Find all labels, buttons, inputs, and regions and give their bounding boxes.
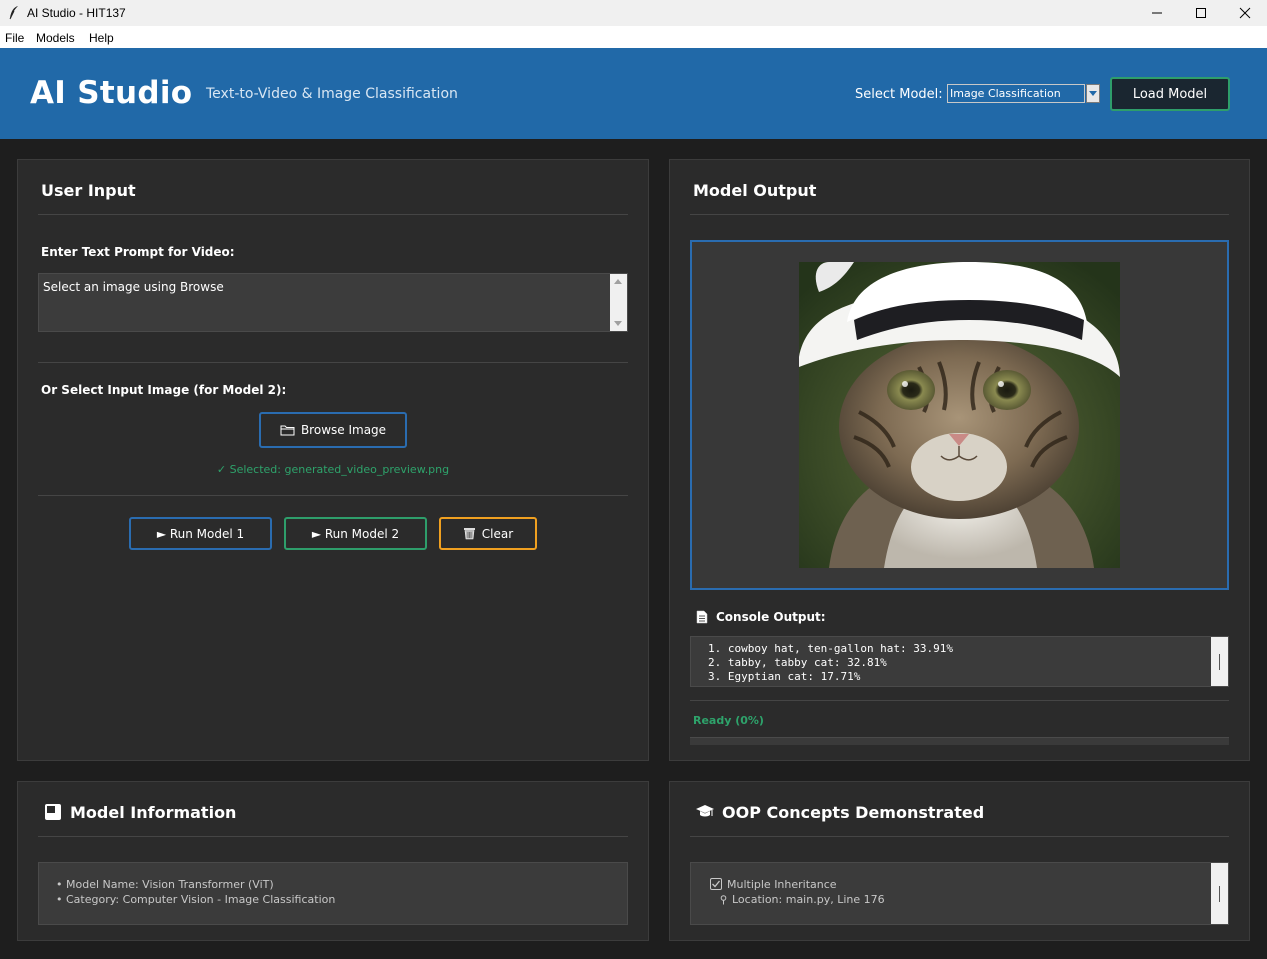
clear-label: Clear	[481, 526, 514, 541]
menubar: File Models Help	[0, 26, 1267, 48]
card-index-icon	[45, 804, 61, 820]
app-header: AI Studio Text-to-Video & Image Classifi…	[0, 48, 1267, 139]
maximize-icon	[1196, 8, 1206, 18]
scroll-up-arrow-icon[interactable]	[614, 279, 622, 284]
divider	[690, 700, 1229, 701]
divider	[38, 836, 628, 837]
model-output-title: Model Output	[693, 181, 817, 200]
prompt-scrollbar[interactable]	[610, 274, 627, 331]
menu-help[interactable]: Help	[89, 31, 114, 45]
cat-in-hat-image	[799, 262, 1120, 568]
divider	[38, 495, 628, 496]
prompt-textarea[interactable]: Select an image using Browse	[38, 273, 628, 332]
location-pin-icon	[720, 895, 727, 905]
divider	[690, 836, 1229, 837]
run-model-2-label: ► Run Model 2	[311, 526, 400, 541]
close-icon	[1239, 7, 1251, 19]
oop-scrollbar[interactable]	[1211, 863, 1228, 924]
model-select[interactable]: Image Classification	[947, 84, 1085, 103]
run-model-2-button[interactable]: ► Run Model 2	[284, 517, 427, 550]
oop-item-title: Multiple Inheritance	[727, 878, 837, 891]
divider	[38, 362, 628, 363]
divider	[690, 214, 1229, 215]
folder-icon	[280, 425, 295, 436]
console-line: 3. Egyptian cat: 17.71%	[708, 670, 861, 683]
run-model-1-button[interactable]: ► Run Model 1	[129, 517, 272, 550]
console-output-box[interactable]: 1. cowboy hat, ten-gallon hat: 33.91% 2.…	[690, 636, 1229, 687]
progress-bar	[690, 737, 1229, 745]
minimize-icon	[1152, 12, 1162, 14]
app-feather-icon	[9, 6, 18, 20]
run-model-1-label: ► Run Model 1	[156, 526, 245, 541]
model-select-dropdown-button[interactable]	[1086, 84, 1100, 103]
maximize-button[interactable]	[1178, 0, 1224, 26]
oop-item-location: Location: main.py, Line 176	[732, 893, 885, 906]
close-button[interactable]	[1222, 0, 1267, 26]
model-info-line: • Category: Computer Vision - Image Clas…	[56, 893, 336, 906]
prompt-value: Select an image using Browse	[43, 280, 224, 294]
checkbox-icon	[710, 878, 722, 890]
minimize-button[interactable]	[1134, 0, 1180, 26]
app-title: AI Studio	[30, 75, 193, 111]
model-info-title: Model Information	[70, 803, 237, 822]
window-title: AI Studio - HIT137	[27, 6, 126, 20]
document-icon	[696, 610, 708, 624]
selected-file-text: ✓ Selected: generated_video_preview.png	[216, 463, 450, 476]
wastebasket-icon	[463, 528, 475, 540]
console-output-label: Console Output:	[716, 610, 826, 624]
model-info-box: • Model Name: Vision Transformer (ViT) •…	[38, 862, 628, 925]
prompt-label: Enter Text Prompt for Video:	[41, 245, 235, 259]
console-line: 2. tabby, tabby cat: 32.81%	[708, 656, 887, 669]
graduation-cap-icon	[696, 805, 714, 817]
browse-image-button[interactable]: Browse Image	[259, 412, 407, 448]
browse-image-label: Browse Image	[300, 423, 387, 437]
image-input-label: Or Select Input Image (for Model 2):	[41, 383, 287, 397]
console-scrollbar[interactable]	[1211, 637, 1228, 686]
app-subtitle: Text-to-Video & Image Classification	[206, 86, 458, 102]
model-info-line: • Model Name: Vision Transformer (ViT)	[56, 878, 274, 891]
oop-box[interactable]: Multiple Inheritance Location: main.py, …	[690, 862, 1229, 925]
console-line: 1. cowboy hat, ten-gallon hat: 33.91%	[708, 642, 954, 655]
load-model-button[interactable]: Load Model	[1110, 77, 1230, 111]
window-titlebar: AI Studio - HIT137	[0, 0, 1267, 26]
status-text: Ready (0%)	[693, 714, 764, 727]
oop-title: OOP Concepts Demonstrated	[722, 803, 985, 822]
chevron-down-icon	[1089, 91, 1097, 96]
menu-models[interactable]: Models	[36, 31, 75, 45]
selected-file-row: ✓ Selected: generated_video_preview.png	[17, 463, 649, 477]
select-model-label: Select Model:	[855, 87, 943, 102]
user-input-title: User Input	[41, 181, 136, 200]
scroll-down-arrow-icon[interactable]	[614, 321, 622, 326]
divider	[38, 214, 628, 215]
menu-file[interactable]: File	[5, 31, 24, 45]
clear-button[interactable]: Clear	[439, 517, 537, 550]
output-image-frame	[690, 240, 1229, 590]
